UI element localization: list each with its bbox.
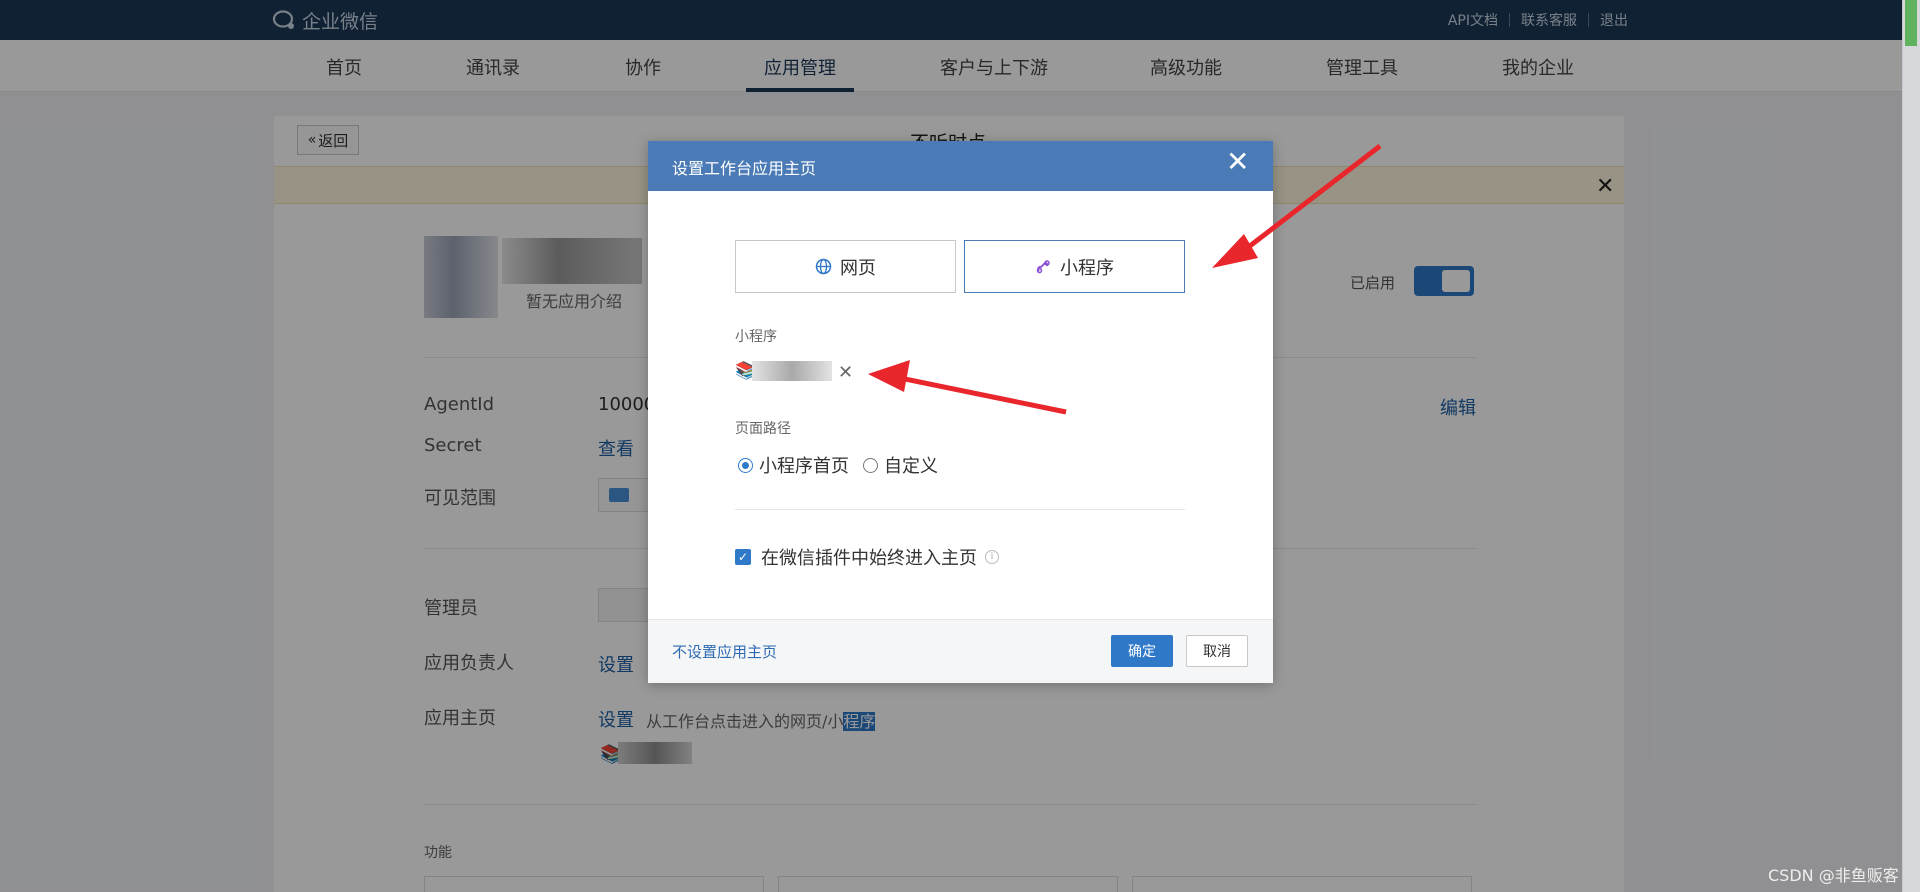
annotation-arrow-top [1212, 144, 1382, 268]
annotation-arrows [868, 144, 1382, 415]
annotation-arrow-middle [868, 360, 1067, 415]
watermark: CSDN @非鱼贩客 [1768, 866, 1899, 885]
